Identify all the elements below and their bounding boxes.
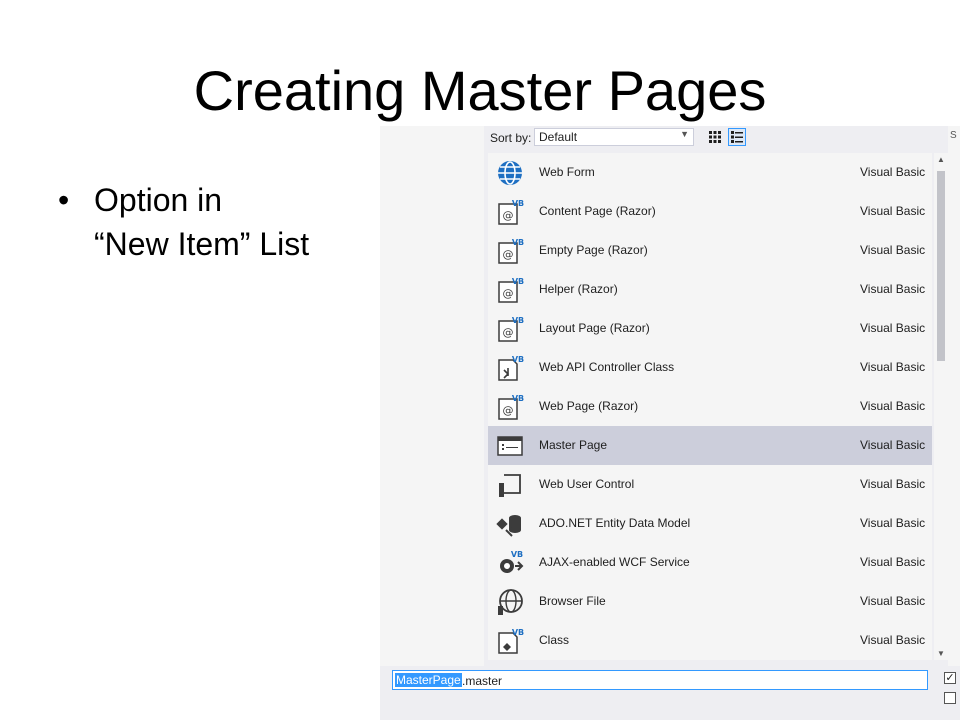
template-item-name: Master Page [539,438,608,452]
template-item[interactable]: @ VB Helper (Razor) Visual Basic [488,270,932,309]
svg-text:VB: VB [512,277,524,286]
master-page-icon [496,432,524,460]
template-item[interactable]: Web User Control Visual Basic [488,465,932,504]
item-name-input[interactable]: MasterPage .master [392,670,928,690]
sort-value: Default [539,130,578,144]
template-category-pane [380,126,484,666]
template-item-name: ADO.NET Entity Data Model [539,516,691,530]
template-item-language: Visual Basic [860,204,926,218]
svg-text:@: @ [503,404,514,417]
template-item-name: Helper (Razor) [539,282,618,296]
svg-text:VB: VB [512,394,524,403]
razor-page-icon: @ VB [496,198,524,226]
svg-text:@: @ [503,326,514,339]
sort-toolbar: Sort by: Default ▼ [484,126,956,150]
template-item[interactable]: VB Web API Controller Class Visual Basic [488,348,932,387]
svg-text:VB: VB [511,550,523,559]
template-item-language: Visual Basic [860,165,926,179]
svg-text:VB: VB [512,628,524,637]
razor-page-icon: @ VB [496,276,524,304]
list-view-button[interactable] [728,128,746,146]
scroll-down-icon[interactable]: ▼ [937,649,945,658]
list-view-icon [731,131,743,143]
template-item-name: Web Form [539,165,595,179]
razor-page-icon: @ VB [496,393,524,421]
bullet-line-1: Option in [94,182,223,218]
bullet-line-2: “New Item” List [94,226,310,262]
template-item[interactable]: @ VB Layout Page (Razor) Visual Basic [488,309,932,348]
template-list[interactable]: Web Form Visual Basic @ VB Content Page (Raz… [488,153,932,660]
template-item-name: Web User Control [539,477,635,491]
template-item[interactable]: VB AJAX-enabled WCF Service Visual Basic [488,543,932,582]
scroll-thumb[interactable] [937,171,945,361]
template-list-scrollbar[interactable]: ▲ ▼ [934,153,948,660]
svg-text:VB: VB [512,355,524,364]
template-item-name: Web API Controller Class [539,360,675,374]
template-item-name: Class [539,633,570,647]
dropdown-arrow-icon: ▼ [680,129,689,139]
class-icon: VB [496,627,524,655]
grid-view-icon [709,131,721,143]
name-row: MasterPage .master ✓ [380,666,960,720]
template-item-language: Visual Basic [860,477,926,491]
slide-title: Creating Master Pages [193,59,767,122]
template-item[interactable]: @ VB Web Page (Razor) Visual Basic [488,387,932,426]
svg-text:VB: VB [512,238,524,247]
template-item-language: Visual Basic [860,516,926,530]
sort-label: Sort by: [490,131,532,145]
template-item-name: Web Page (Razor) [539,399,639,413]
svg-text:VB: VB [512,316,524,325]
grid-view-button[interactable] [706,128,724,146]
wcf-service-icon: VB [496,549,524,577]
item-name-extension: .master [462,674,503,688]
template-item[interactable]: Browser File Visual Basic [488,582,932,621]
template-item-name: Layout Page (Razor) [539,321,650,335]
template-item-name: Browser File [539,594,606,608]
template-item-language: Visual Basic [860,243,926,257]
entity-model-icon [496,510,524,538]
template-item[interactable]: @ VB Content Page (Razor) Visual Basic [488,192,932,231]
browser-file-icon [496,588,524,616]
option-checkbox-checked[interactable]: ✓ [944,672,956,684]
user-control-icon [496,471,524,499]
new-item-dialog: Sort by: Default ▼ S Web Form Visual Bas… [380,126,960,720]
template-item-language: Visual Basic [860,282,926,296]
template-item-name: AJAX-enabled WCF Service [539,555,690,569]
template-item-language: Visual Basic [860,399,926,413]
template-item-language: Visual Basic [860,360,926,374]
svg-text:@: @ [503,209,514,222]
template-item[interactable]: Web Form Visual Basic [488,153,932,192]
svg-text:@: @ [503,248,514,261]
sort-dropdown[interactable]: Default ▼ [534,128,694,146]
bullet-text: Option in “New Item” List [94,178,309,266]
globe-icon [496,159,524,187]
template-item[interactable]: ADO.NET Entity Data Model Visual Basic [488,504,932,543]
bullet-symbol: • [58,182,70,218]
template-item-name: Empty Page (Razor) [539,243,648,257]
template-item-language: Visual Basic [860,633,926,647]
controller-class-icon: VB [496,354,524,382]
details-pane-letter: S [950,130,957,141]
template-item-language: Visual Basic [860,321,926,335]
item-name-selected-text: MasterPage [395,673,462,687]
template-item-language: Visual Basic [860,555,926,569]
svg-text:@: @ [503,287,514,300]
template-item[interactable]: VB Class Visual Basic [488,621,932,660]
option-checkbox-unchecked[interactable] [944,692,956,704]
details-pane-edge: S [948,126,960,720]
scroll-up-icon[interactable]: ▲ [937,155,945,164]
template-item[interactable]: @ VB Empty Page (Razor) Visual Basic [488,231,932,270]
template-item-name: Content Page (Razor) [539,204,656,218]
template-item-language: Visual Basic [860,594,926,608]
template-item[interactable]: Master Page Visual Basic [488,426,932,465]
svg-text:VB: VB [512,199,524,208]
razor-page-icon: @ VB [496,315,524,343]
template-item-language: Visual Basic [860,438,926,452]
razor-page-icon: @ VB [496,237,524,265]
